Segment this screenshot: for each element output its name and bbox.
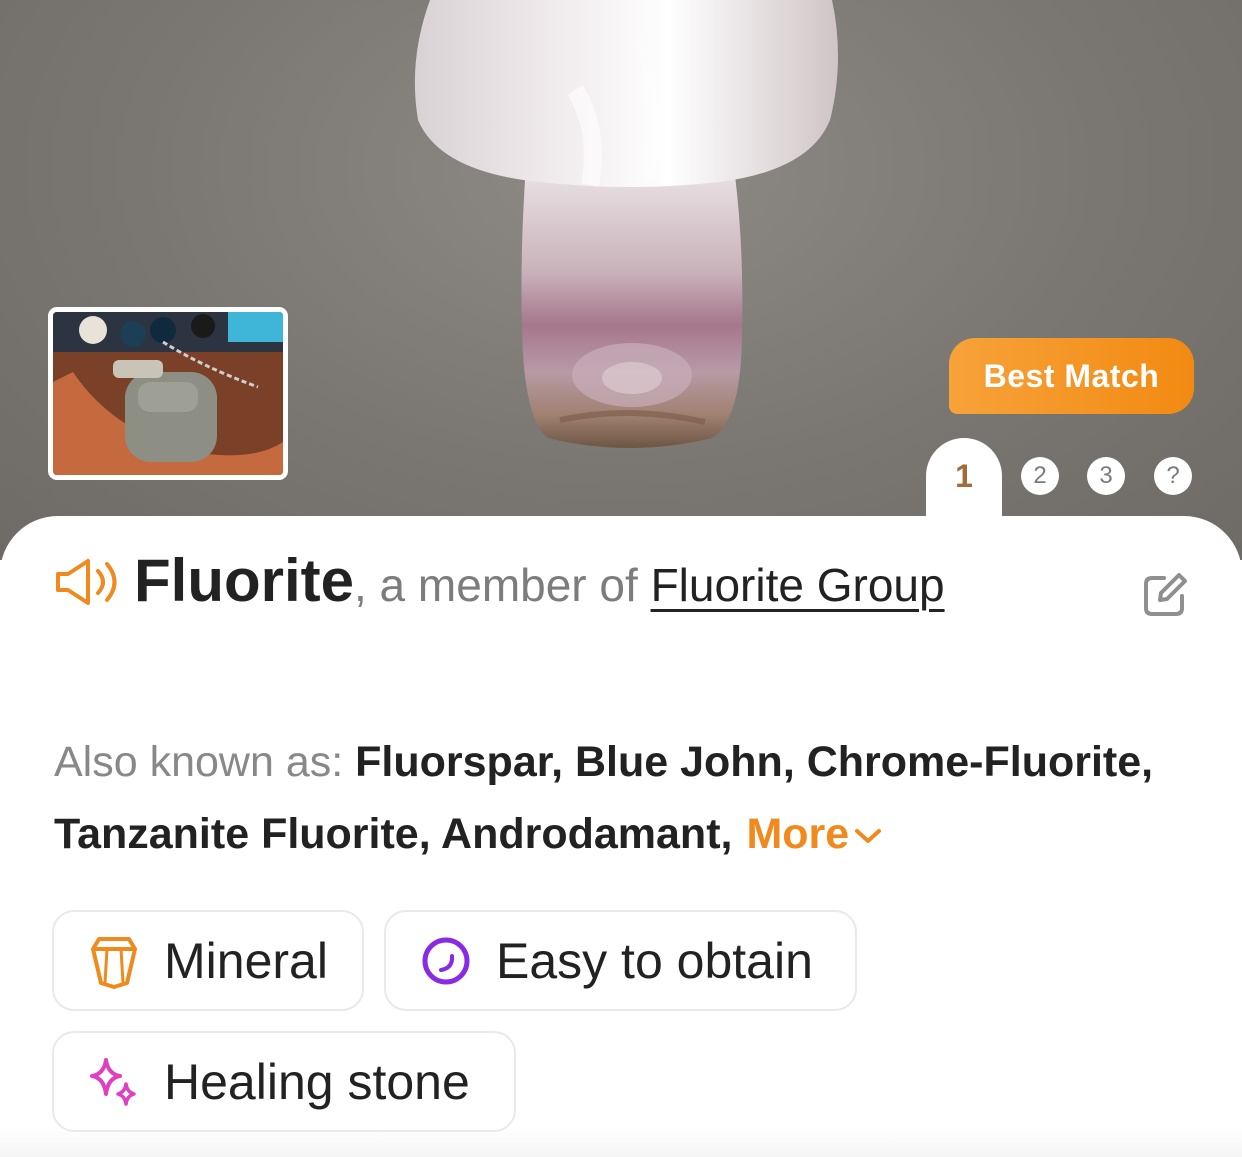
more-link[interactable]: More — [746, 810, 883, 858]
tag-healing-stone[interactable]: Healing stone — [52, 1031, 516, 1132]
pager-tab-2[interactable]: 2 — [1021, 457, 1059, 495]
result-title: Fluorite, a member of Fluorite Group — [54, 546, 1114, 626]
pager-tab-1[interactable]: 1 — [926, 438, 1002, 528]
specimen-name: Fluorite — [134, 547, 354, 614]
tag-label: Mineral — [164, 932, 328, 989]
member-of-text: , a member of — [354, 559, 651, 611]
sparkle-icon — [84, 1052, 144, 1112]
tag-label: Healing stone — [164, 1053, 470, 1110]
scroll-fade — [0, 1127, 1242, 1157]
edit-icon[interactable] — [1142, 572, 1188, 623]
match-pager: 1 2 3 ? — [0, 438, 1242, 528]
pager-tab-3[interactable]: 3 — [1087, 457, 1125, 495]
tag-label: Easy to obtain — [496, 932, 813, 989]
speaker-icon[interactable] — [54, 556, 120, 626]
best-match-badge: Best Match — [949, 338, 1194, 414]
result-card: Fluorite, a member of Fluorite Group Als… — [0, 516, 1242, 1157]
also-known-as: Also known as: Fluorspar, Blue John, Chr… — [54, 726, 1204, 870]
aka-label: Also known as: — [54, 738, 356, 786]
ring-icon — [416, 931, 476, 991]
chevron-down-icon — [855, 829, 882, 843]
tag-easy-to-obtain[interactable]: Easy to obtain — [384, 910, 857, 1011]
crystal-icon — [84, 931, 144, 991]
hero-photo: Best Match 1 2 3 ? — [0, 0, 1242, 560]
tag-mineral[interactable]: Mineral — [52, 910, 364, 1011]
more-label: More — [746, 810, 850, 858]
group-link[interactable]: Fluorite Group — [651, 559, 945, 611]
pager-tab-unknown[interactable]: ? — [1154, 457, 1192, 495]
